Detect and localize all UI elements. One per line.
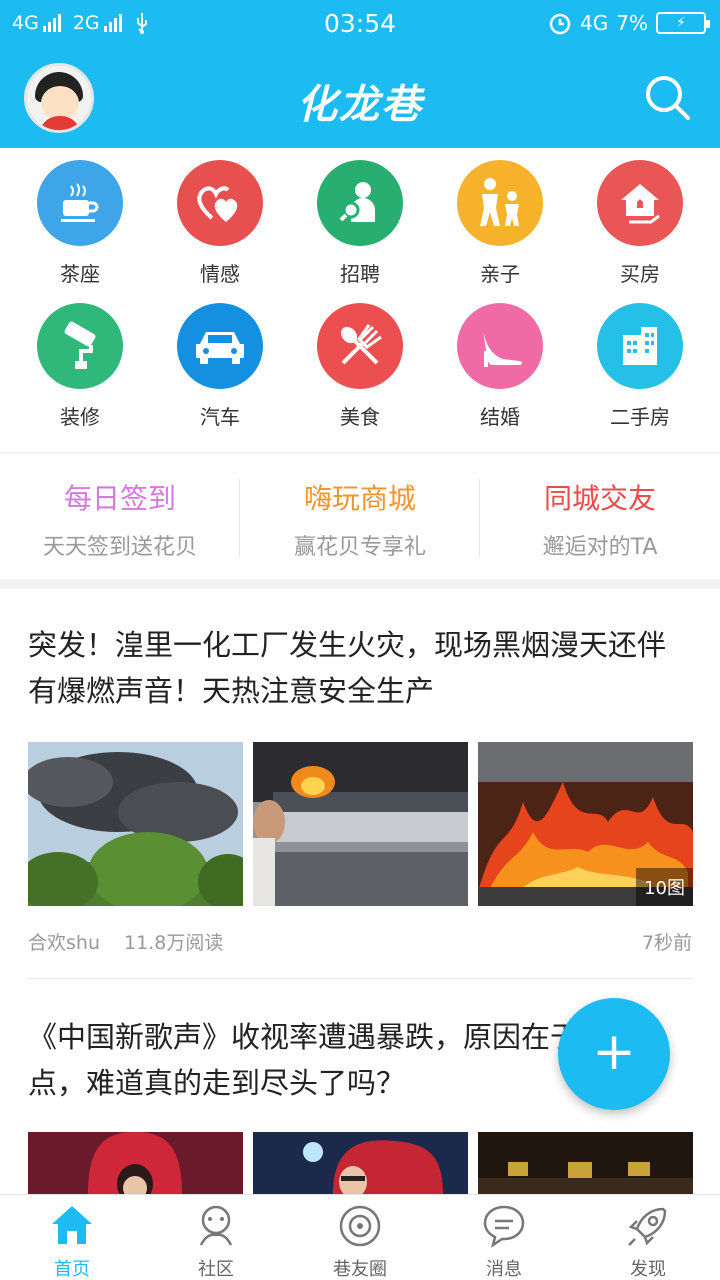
category-label: 美食 — [340, 405, 380, 429]
search-button[interactable] — [644, 74, 692, 122]
app-header: 化龙巷 — [0, 50, 720, 148]
quick-link-subtitle: 赢花贝专享礼 — [293, 535, 426, 560]
category-emotion[interactable]: 情感 — [150, 148, 290, 288]
news-item[interactable]: 突发！湟里一化工厂发生火灾，现场黑烟漫天还伴有爆燃声音！天热注意安全生产 — [28, 622, 692, 714]
nav-label: 消息 — [486, 1259, 522, 1280]
quick-link-dating[interactable]: 同城交友 邂逅对的TA — [480, 453, 720, 579]
news-images[interactable] — [28, 1132, 693, 1194]
category-label: 汽车 — [200, 405, 240, 429]
spoon-fork-icon — [317, 303, 403, 389]
category-parenting[interactable]: 亲子 — [430, 148, 570, 288]
quick-link-mall[interactable]: 嗨玩商城 赢花贝专享礼 — [240, 453, 480, 579]
news-author[interactable]: 合欢shu — [28, 932, 100, 954]
news-image-singer[interactable] — [28, 1132, 243, 1194]
friends-circle-icon — [339, 1205, 381, 1247]
news-images[interactable]: 10图 — [28, 742, 693, 906]
nav-label: 发现 — [630, 1259, 666, 1280]
category-label: 亲子 — [480, 262, 520, 286]
category-label: 茶座 — [60, 262, 100, 286]
home-icon — [52, 1206, 92, 1244]
nav-label: 首页 — [54, 1259, 90, 1280]
news-image-judge[interactable] — [253, 1132, 468, 1194]
status-right: 4G 7% ⚡ — [548, 11, 710, 35]
news-image-factory-fire[interactable] — [253, 742, 468, 906]
battery-icon: ⚡ — [656, 12, 710, 34]
category-decoration[interactable]: 装修 — [10, 291, 150, 431]
network-label-3: 4G — [580, 11, 609, 35]
community-icon — [199, 1205, 233, 1246]
news-image-flames[interactable]: 10图 — [478, 742, 693, 906]
category-car[interactable]: 汽车 — [150, 291, 290, 431]
news-reads: 11.8万阅读 — [124, 932, 224, 954]
high-heel-icon — [457, 303, 543, 389]
news-time: 7秒前 — [641, 932, 692, 954]
house-hand-icon — [597, 160, 683, 246]
nav-community[interactable]: 社区 — [144, 1195, 288, 1280]
quick-link-title: 每日签到 — [63, 482, 176, 515]
divider — [28, 978, 692, 979]
message-icon — [483, 1205, 525, 1248]
parent-child-icon — [457, 160, 543, 246]
quick-links: 每日签到 天天签到送花贝 嗨玩商城 赢花贝专享礼 同城交友 邂逅对的TA — [0, 453, 720, 579]
search-icon — [646, 76, 690, 120]
nav-discover[interactable]: 发现 — [576, 1195, 720, 1280]
category-label: 二手房 — [610, 405, 670, 429]
nav-label: 巷友圈 — [333, 1259, 387, 1280]
category-label: 买房 — [620, 262, 660, 286]
battery-percent: 7% — [616, 11, 648, 35]
teacup-icon — [37, 160, 123, 246]
category-second-hand-house[interactable]: 二手房 — [570, 291, 710, 431]
category-grid: 茶座 情感 招聘 亲子 买房 装修 汽车 美食 结婚 二手房 — [0, 148, 720, 438]
nav-home[interactable]: 首页 — [0, 1195, 144, 1280]
status-bar: 4G 2G 03:54 4G 7% ⚡ — [0, 0, 720, 50]
nav-messages[interactable]: 消息 — [432, 1195, 576, 1280]
recruit-person-icon — [317, 160, 403, 246]
category-wedding[interactable]: 结婚 — [430, 291, 570, 431]
news-meta: 合欢shu 11.8万阅读 — [28, 928, 223, 955]
rocket-icon — [628, 1207, 667, 1246]
news-image-smoke[interactable] — [28, 742, 243, 906]
quick-link-title: 嗨玩商城 — [303, 482, 416, 515]
category-tea[interactable]: 茶座 — [10, 148, 150, 288]
paint-roller-icon — [37, 303, 123, 389]
section-gap — [0, 579, 720, 589]
news-image-stage[interactable] — [478, 1132, 693, 1194]
news-title[interactable]: 突发！湟里一化工厂发生火灾，现场黑烟漫天还伴有爆燃声音！天热注意安全生产 — [28, 622, 692, 714]
app-logo: 化龙巷 — [297, 81, 423, 128]
category-recruit[interactable]: 招聘 — [290, 148, 430, 288]
building-icon — [597, 303, 683, 389]
category-label: 装修 — [60, 405, 100, 429]
category-label: 招聘 — [340, 262, 380, 286]
quick-link-subtitle: 邂逅对的TA — [542, 535, 658, 560]
alarm-icon — [549, 13, 571, 35]
add-post-button[interactable]: + — [558, 998, 670, 1110]
category-label: 情感 — [200, 262, 240, 286]
quick-link-checkin[interactable]: 每日签到 天天签到送花贝 — [0, 453, 240, 579]
nav-label: 社区 — [198, 1259, 234, 1280]
category-food[interactable]: 美食 — [290, 291, 430, 431]
car-icon — [177, 303, 263, 389]
quick-link-title: 同城交友 — [543, 482, 656, 515]
quick-link-subtitle: 天天签到送花贝 — [42, 535, 197, 560]
category-label: 结婚 — [480, 405, 520, 429]
image-count-badge: 10图 — [636, 868, 693, 906]
hearts-icon — [177, 160, 263, 246]
bottom-nav: 首页 社区 巷友圈 消息 发现 — [0, 1194, 720, 1280]
nav-friends-circle[interactable]: 巷友圈 — [288, 1195, 432, 1280]
category-buy-house[interactable]: 买房 — [570, 148, 710, 288]
